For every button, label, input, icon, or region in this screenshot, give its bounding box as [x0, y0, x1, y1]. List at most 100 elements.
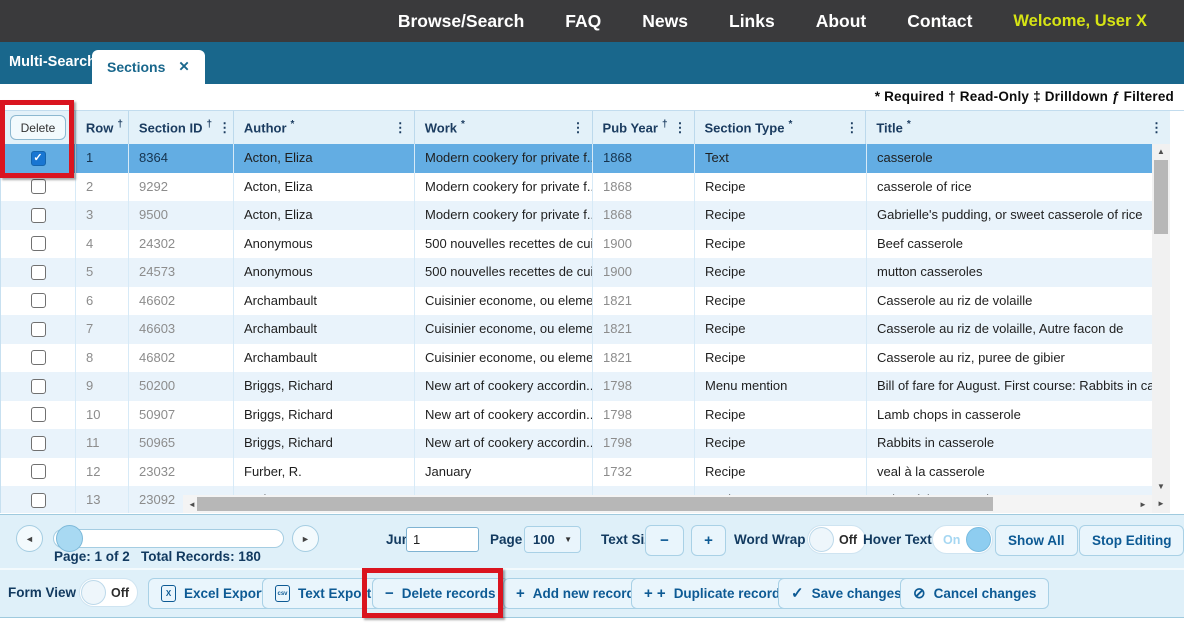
row-select-cell[interactable]: [1, 344, 76, 373]
cell-pub-year[interactable]: 1900: [593, 258, 695, 287]
nav-links[interactable]: Links: [729, 11, 775, 32]
show-all-button[interactable]: Show All: [995, 525, 1078, 556]
row-checkbox[interactable]: [31, 407, 46, 422]
row-select-cell[interactable]: [1, 173, 76, 202]
column-menu-icon[interactable]: ⋮: [668, 120, 687, 136]
text-size-increase-button[interactable]: +: [691, 525, 726, 556]
scroll-right-icon[interactable]: ►: [1134, 500, 1152, 509]
row-checkbox[interactable]: [31, 379, 46, 394]
row-checkbox[interactable]: ✓: [31, 151, 46, 166]
cell-pub-year[interactable]: 1821: [593, 287, 695, 316]
table-row[interactable]: 1150965Briggs, RichardNew art of cookery…: [1, 429, 1153, 458]
column-header-pub-year[interactable]: Pub Year† ⋮: [593, 111, 695, 144]
scroll-up-icon[interactable]: ▲: [1152, 147, 1170, 156]
cell-title[interactable]: casserole of rice: [867, 173, 1153, 202]
page-slider-knob[interactable]: [56, 525, 83, 552]
hover-text-toggle[interactable]: On: [932, 525, 993, 554]
cell-section-id[interactable]: 24573: [129, 258, 234, 287]
cell-pub-year[interactable]: 1868: [593, 144, 695, 173]
table-row[interactable]: 39500Acton, ElizaModern cookery for priv…: [1, 201, 1153, 230]
cell-pub-year[interactable]: 1798: [593, 429, 695, 458]
column-header-row[interactable]: Row†: [76, 111, 129, 144]
column-menu-icon[interactable]: ⋮: [1144, 120, 1163, 136]
table-row[interactable]: 846802ArchambaultCuisinier econome, ou e…: [1, 344, 1153, 373]
nav-about[interactable]: About: [816, 11, 867, 32]
nav-faq[interactable]: FAQ: [565, 11, 601, 32]
row-select-cell[interactable]: [1, 429, 76, 458]
delete-records-button[interactable]: − Delete records: [372, 578, 509, 609]
close-tab-icon[interactable]: ✕: [178, 59, 189, 75]
cell-row-number[interactable]: 8: [76, 344, 129, 373]
row-checkbox[interactable]: [31, 293, 46, 308]
cell-section-id[interactable]: 24302: [129, 230, 234, 259]
cell-section-type[interactable]: Recipe: [695, 429, 867, 458]
cell-title[interactable]: casserole: [867, 144, 1153, 173]
horizontal-scroll-thumb[interactable]: [197, 497, 993, 511]
cell-work[interactable]: Cuisinier econome, ou eleme...: [415, 287, 593, 316]
vertical-scrollbar[interactable]: ▲ ▼ ►: [1152, 144, 1170, 513]
column-menu-icon[interactable]: ⋮: [388, 120, 407, 136]
cell-author[interactable]: Briggs, Richard: [234, 429, 415, 458]
column-header-work[interactable]: Work* ⋮: [415, 111, 593, 144]
cell-row-number[interactable]: 1: [76, 144, 129, 173]
cell-pub-year[interactable]: 1821: [593, 344, 695, 373]
cell-work[interactable]: Cuisinier econome, ou eleme...: [415, 315, 593, 344]
cell-work[interactable]: New art of cookery accordin...: [415, 401, 593, 430]
cell-author[interactable]: Archambault: [234, 315, 415, 344]
prev-page-button[interactable]: ◄: [16, 525, 43, 552]
cell-pub-year[interactable]: 1798: [593, 401, 695, 430]
add-new-record-button[interactable]: + Add new record: [503, 578, 648, 609]
cell-section-id[interactable]: 50907: [129, 401, 234, 430]
cell-section-type[interactable]: Recipe: [695, 173, 867, 202]
horizontal-scrollbar[interactable]: ◄ ►: [183, 495, 1152, 513]
form-view-toggle[interactable]: Off: [79, 578, 138, 607]
cell-author[interactable]: Acton, Eliza: [234, 173, 415, 202]
row-select-cell[interactable]: [1, 401, 76, 430]
row-select-cell[interactable]: [1, 201, 76, 230]
cell-author[interactable]: Archambault: [234, 344, 415, 373]
cell-section-id[interactable]: 46802: [129, 344, 234, 373]
column-menu-icon[interactable]: ⋮: [212, 120, 231, 136]
table-row[interactable]: 1050907Briggs, RichardNew art of cookery…: [1, 401, 1153, 430]
cell-author[interactable]: Briggs, Richard: [234, 401, 415, 430]
cell-work[interactable]: New art of cookery accordin...: [415, 372, 593, 401]
cell-section-type[interactable]: Recipe: [695, 201, 867, 230]
cell-row-number[interactable]: 9: [76, 372, 129, 401]
cell-author[interactable]: Archambault: [234, 287, 415, 316]
cell-row-number[interactable]: 3: [76, 201, 129, 230]
cell-section-id[interactable]: 9500: [129, 201, 234, 230]
column-header-title[interactable]: Title* ⋮: [866, 111, 1170, 144]
cell-row-number[interactable]: 13: [76, 486, 129, 513]
text-export-button[interactable]: csv Text Export: [262, 578, 384, 609]
cell-row-number[interactable]: 11: [76, 429, 129, 458]
cell-author[interactable]: Anonymous: [234, 258, 415, 287]
row-checkbox[interactable]: [31, 208, 46, 223]
cell-row-number[interactable]: 10: [76, 401, 129, 430]
cell-section-type[interactable]: Menu mention: [695, 372, 867, 401]
column-header-section-type[interactable]: Section Type* ⋮: [695, 111, 867, 144]
row-checkbox[interactable]: [31, 350, 46, 365]
row-select-cell[interactable]: [1, 258, 76, 287]
cell-title[interactable]: Gabrielle's pudding, or sweet casserole …: [867, 201, 1153, 230]
row-checkbox[interactable]: [31, 265, 46, 280]
row-select-cell[interactable]: [1, 458, 76, 487]
cell-title[interactable]: veal à la casserole: [867, 458, 1153, 487]
cell-row-number[interactable]: 7: [76, 315, 129, 344]
row-select-cell[interactable]: [1, 230, 76, 259]
save-changes-button[interactable]: ✓ Save changes: [778, 578, 915, 609]
cell-section-type[interactable]: Recipe: [695, 315, 867, 344]
cell-work[interactable]: 500 nouvelles recettes de cui...: [415, 230, 593, 259]
word-wrap-toggle[interactable]: Off: [807, 525, 866, 554]
row-select-cell[interactable]: [1, 315, 76, 344]
cell-title[interactable]: mutton casseroles: [867, 258, 1153, 287]
cell-title[interactable]: Beef casserole: [867, 230, 1153, 259]
row-select-cell[interactable]: [1, 372, 76, 401]
column-header-section-id[interactable]: Section ID† ⋮: [129, 111, 234, 144]
column-menu-icon[interactable]: ⋮: [839, 120, 858, 136]
cell-title[interactable]: Rabbits in casserole: [867, 429, 1153, 458]
nav-news[interactable]: News: [642, 11, 688, 32]
table-row[interactable]: 646602ArchambaultCuisinier econome, ou e…: [1, 287, 1153, 316]
table-row[interactable]: ✓18364Acton, ElizaModern cookery for pri…: [1, 144, 1153, 173]
cell-author[interactable]: Anonymous: [234, 230, 415, 259]
cell-work[interactable]: Modern cookery for private f...: [415, 144, 593, 173]
